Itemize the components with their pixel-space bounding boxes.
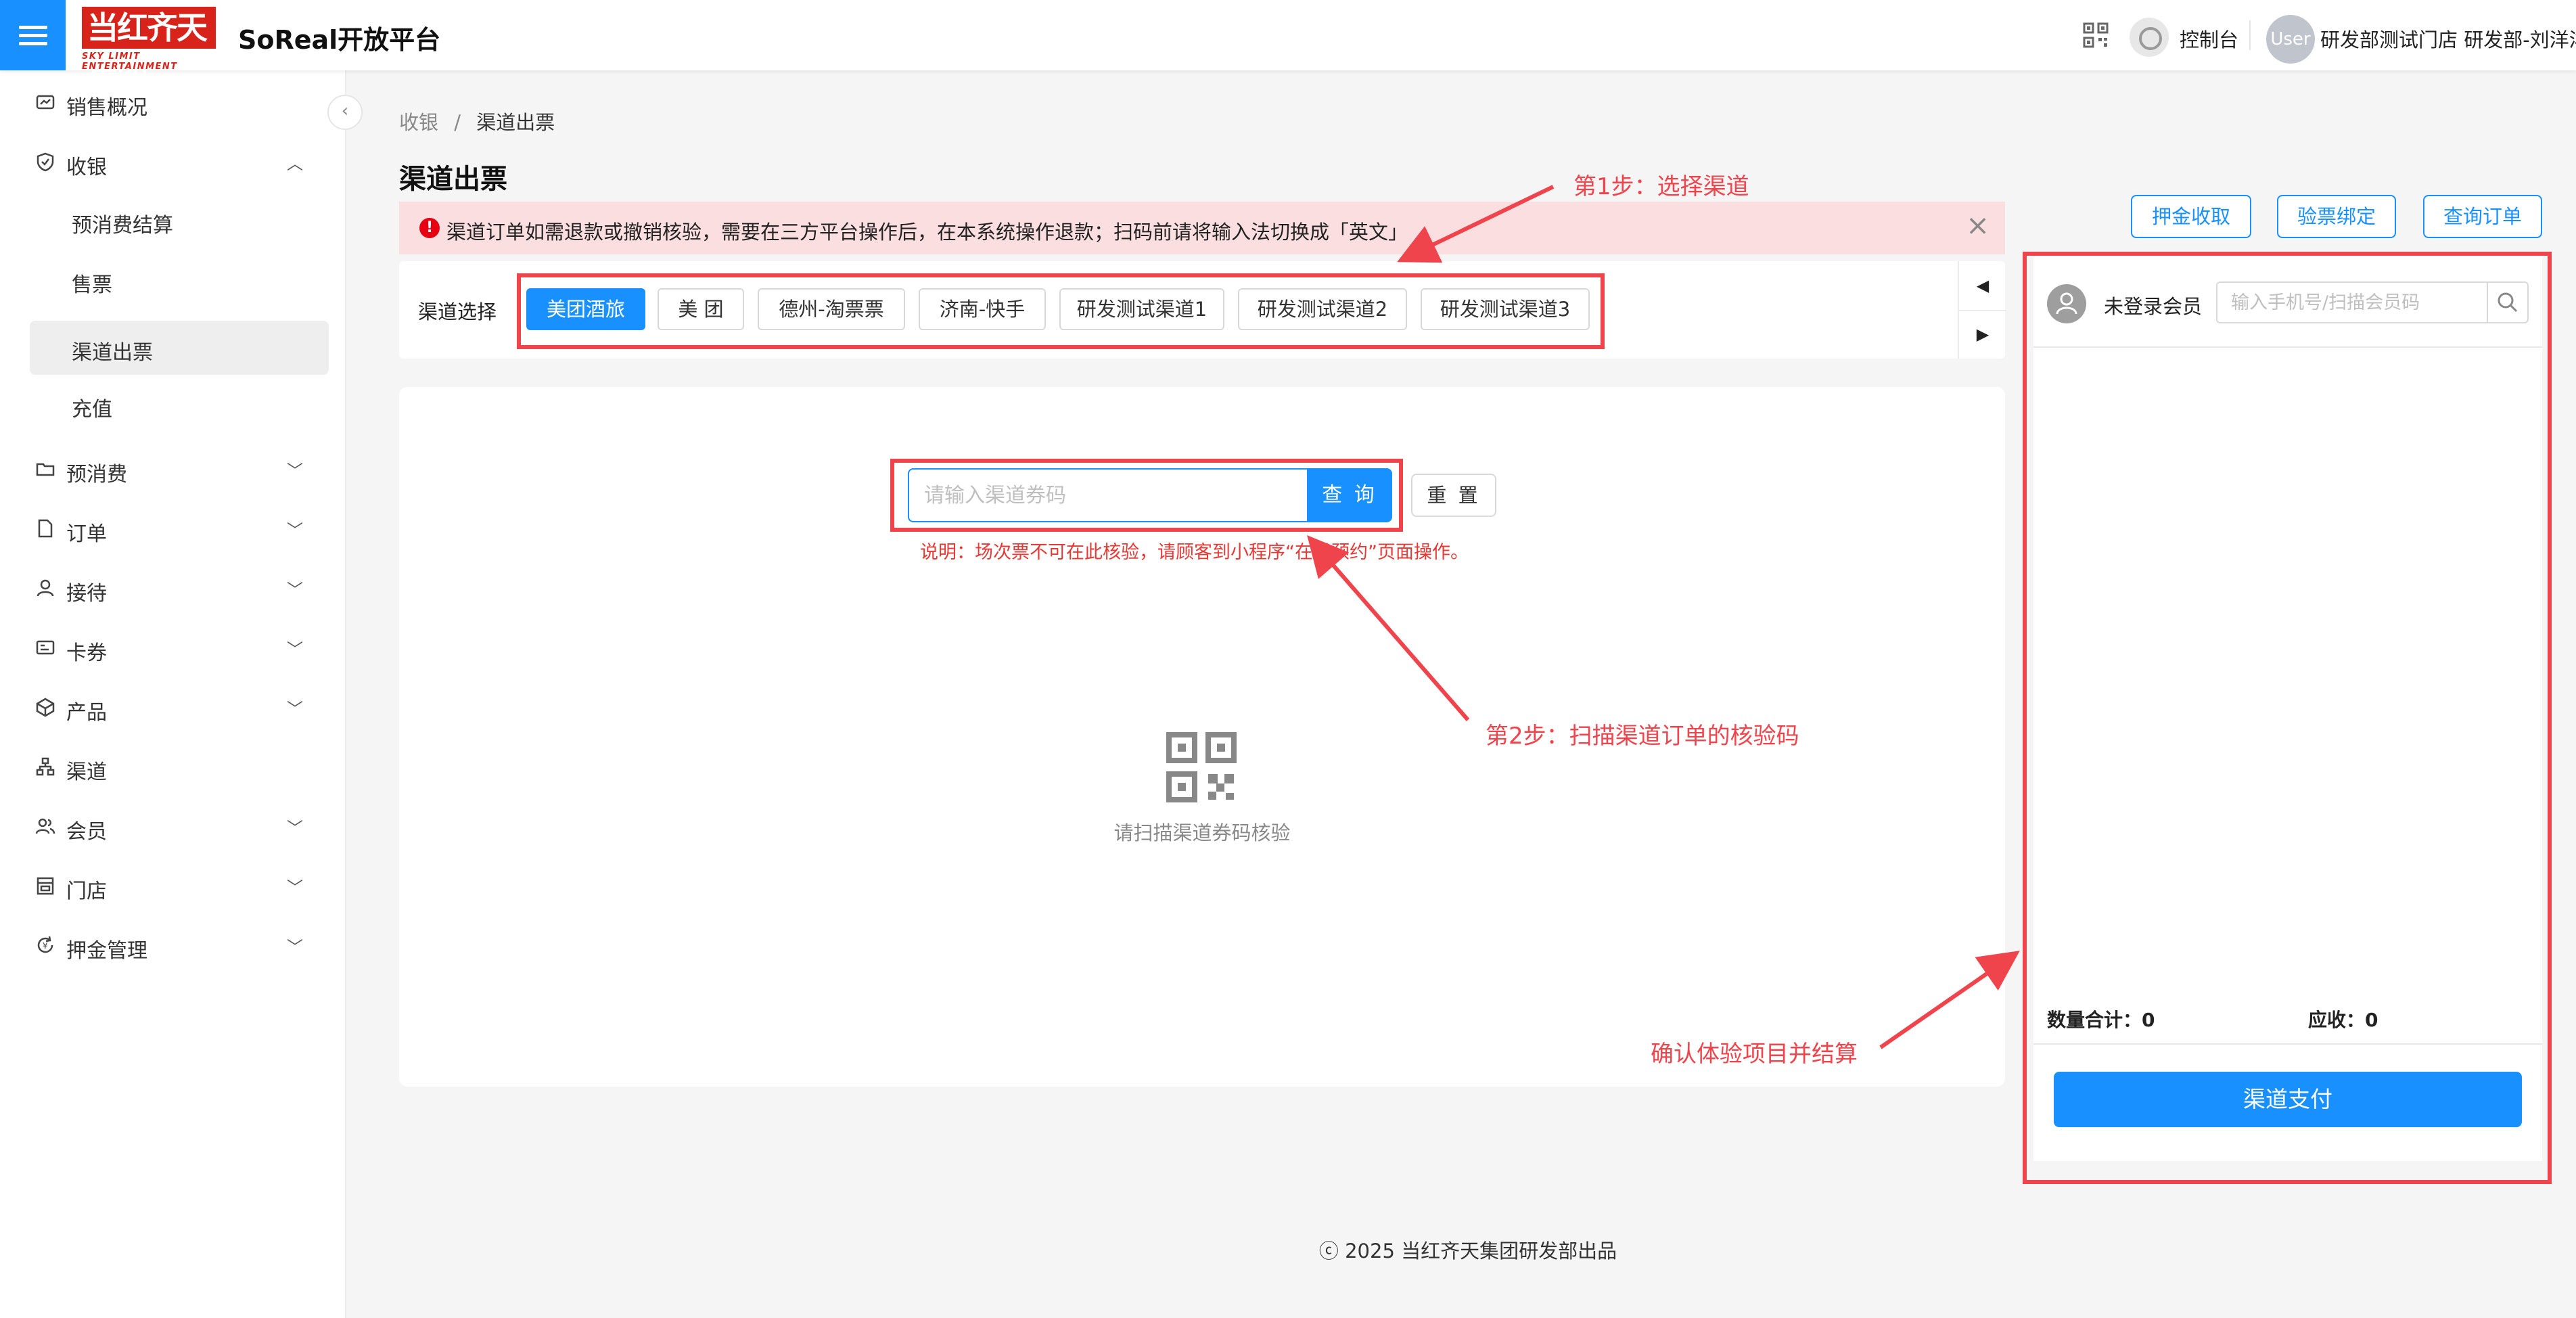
arrow-step2 — [1307, 535, 1470, 721]
arrow-step1 — [1397, 185, 1555, 263]
annotation-step1: 第1步：选择渠道 — [1573, 173, 1749, 200]
arrow-step3 — [1879, 951, 2020, 1049]
annotation-step2: 第2步：扫描渠道订单的核验码 — [1486, 723, 1799, 750]
annotation-arrows — [1307, 185, 2020, 1049]
annotation-step3: 确认体验项目并结算 — [1651, 1041, 1858, 1068]
